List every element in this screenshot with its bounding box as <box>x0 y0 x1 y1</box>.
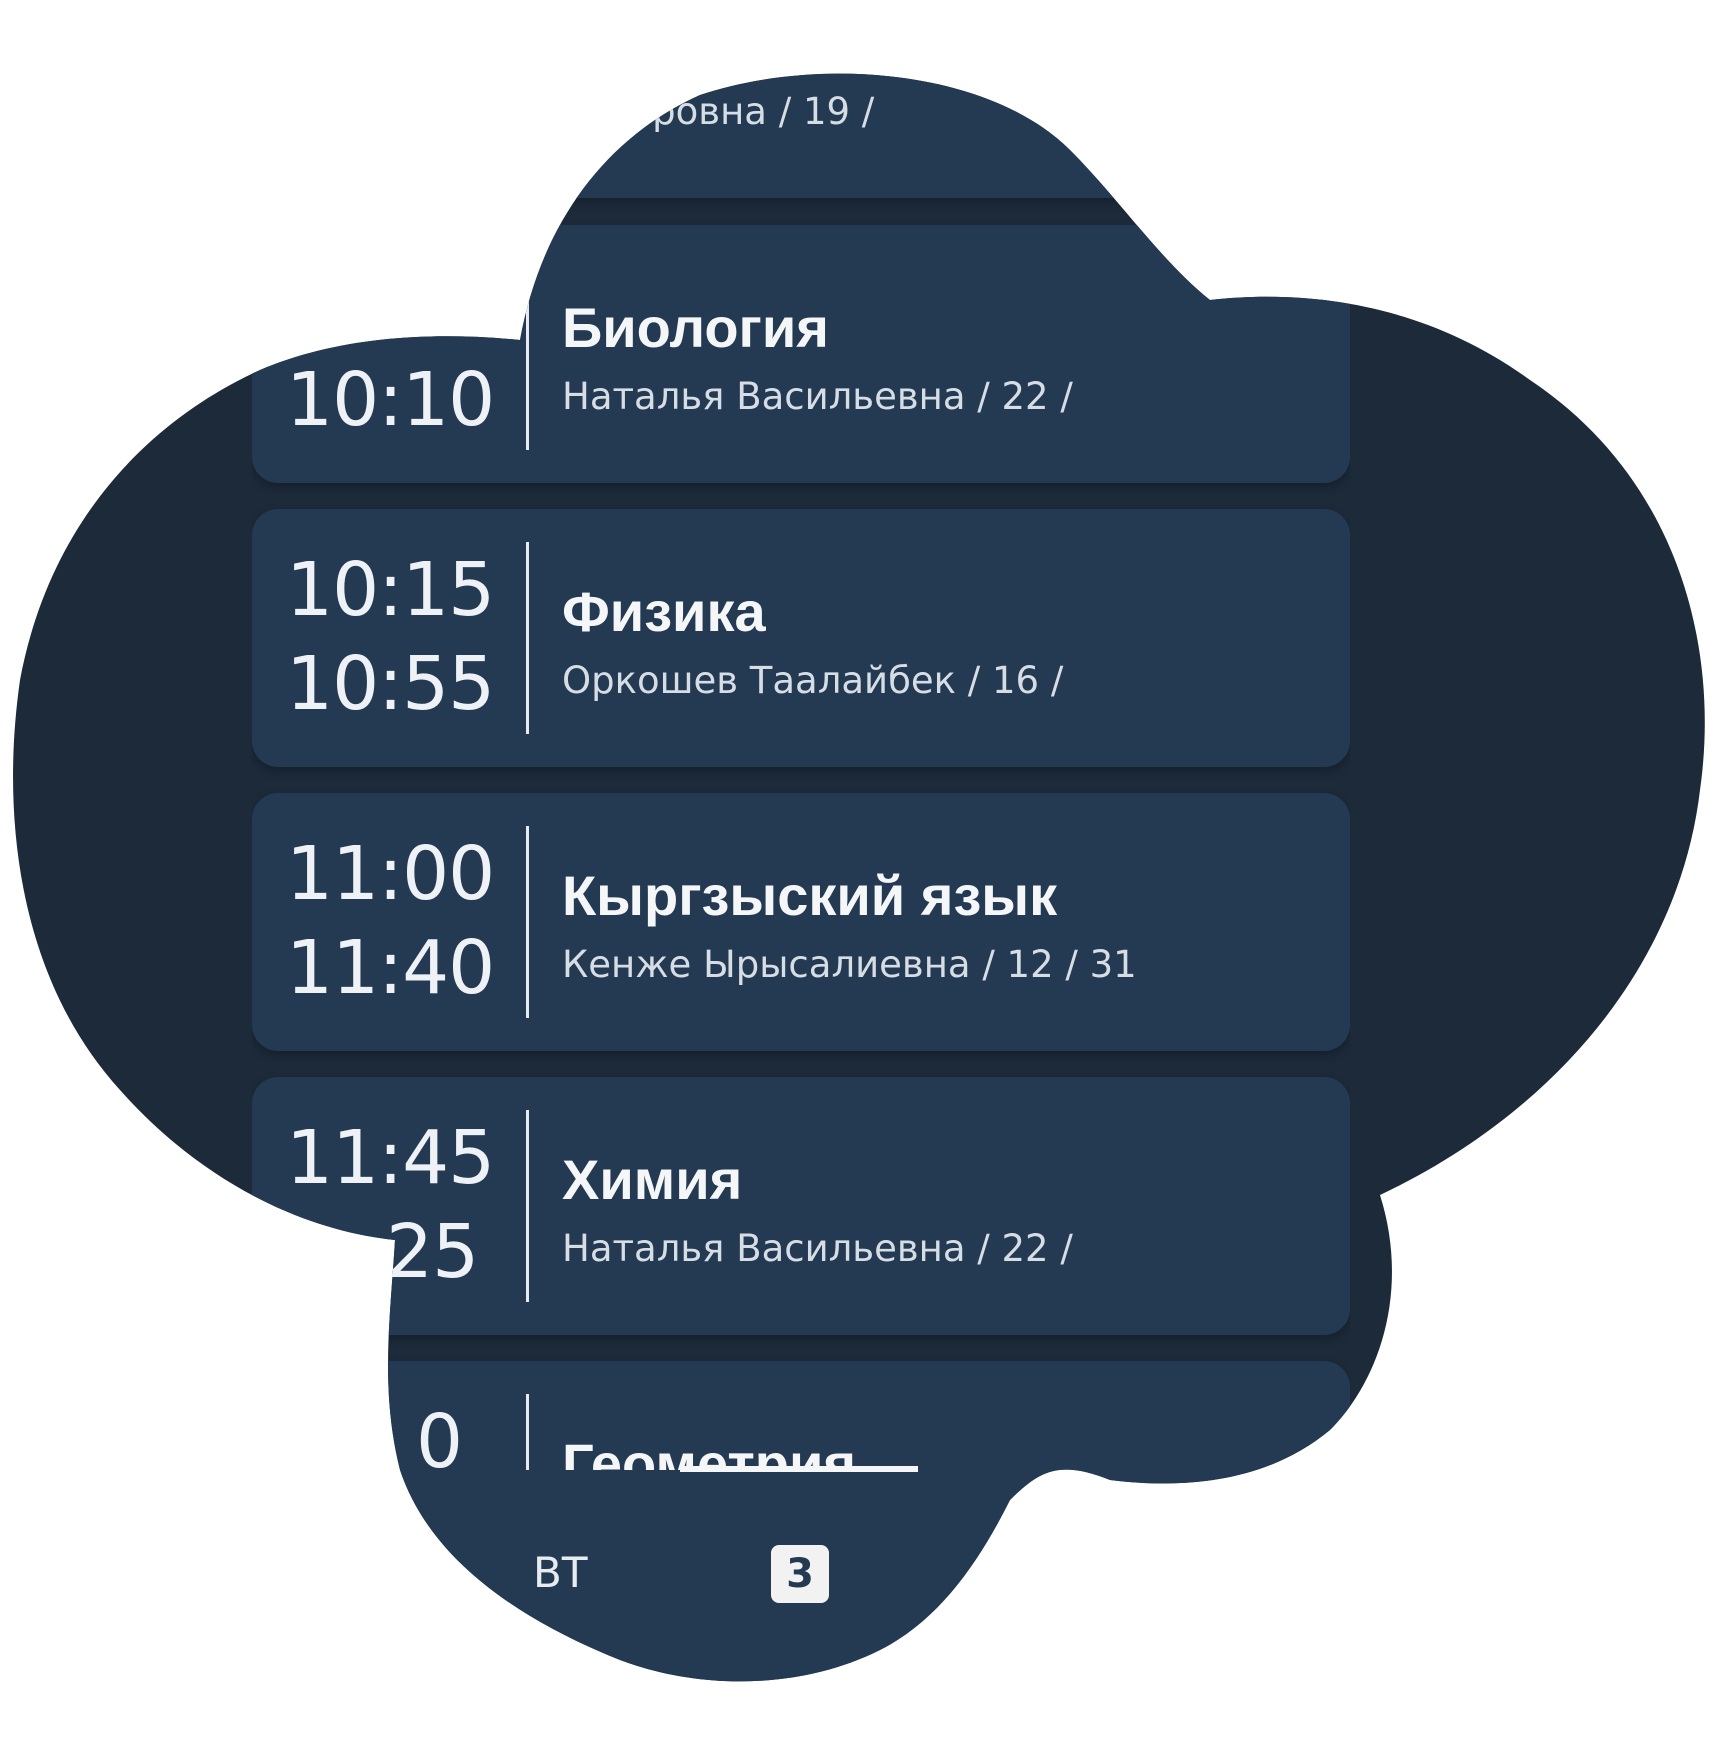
lesson-end-time: 25 <box>386 1209 479 1295</box>
lesson-teacher: Наталья Васильевна / 22 / <box>562 1227 1073 1270</box>
lesson-subject: Химия <box>562 1148 743 1211</box>
lesson-teacher: Наталья Васильевна / 22 / <box>562 375 1073 418</box>
lesson-times <box>286 0 506 198</box>
lesson-subject: Биология <box>562 296 829 359</box>
cloud-shaped-crop: тахировна / 19 / 10:10 Биология Наталья … <box>0 0 1720 1742</box>
lesson-times: 10:15 10:55 <box>286 509 506 767</box>
bottom-day-navigation <box>0 1470 1720 1742</box>
lesson-times: 11:00 11:40 <box>286 793 506 1051</box>
time-divider <box>526 542 529 734</box>
lesson-subject: Кыргзыский язык <box>562 864 1058 927</box>
time-divider <box>526 0 529 165</box>
lesson-card-5[interactable]: 0 Геометрия <box>252 1361 1350 1470</box>
nav-day-tuesday[interactable]: ВТ <box>533 1548 587 1597</box>
lesson-teacher: Оркошев Таалайбек / 16 / <box>562 659 1064 702</box>
lesson-subject: Геометрия <box>562 1432 857 1470</box>
time-divider <box>526 1110 529 1302</box>
time-divider <box>526 1394 529 1470</box>
date-badge[interactable]: 3 <box>771 1545 829 1603</box>
time-divider <box>526 258 529 450</box>
lesson-card-3[interactable]: 11:00 11:40 Кыргзыский язык Кенже Ырысал… <box>252 793 1350 1051</box>
lesson-start-time: 11:00 <box>286 831 495 917</box>
lesson-subject: Физика <box>562 580 766 643</box>
lesson-end-time: 10:10 <box>286 357 495 443</box>
lesson-start-time: 10:15 <box>286 547 495 633</box>
lesson-teacher: тахировна / 19 / <box>562 90 875 133</box>
lesson-card-2[interactable]: 10:15 10:55 Физика Оркошев Таалайбек / 1… <box>252 509 1350 767</box>
lesson-end-time: 11:40 <box>286 925 495 1011</box>
lesson-end-time: 10:55 <box>286 641 495 727</box>
lesson-times: 11:45 25 <box>286 1077 506 1335</box>
lesson-times: 0 <box>286 1361 506 1470</box>
lesson-card-0[interactable]: тахировна / 19 / <box>252 0 1350 198</box>
lesson-teacher: Кенже Ырысалиевна / 12 / 31 <box>562 943 1137 986</box>
lesson-times: 10:10 <box>286 225 506 483</box>
lesson-start-time: 0 <box>416 1399 463 1470</box>
active-day-indicator <box>680 1466 918 1472</box>
lesson-start-time: 11:45 <box>286 1115 495 1201</box>
lesson-card-4[interactable]: 11:45 25 Химия Наталья Васильевна / 22 / <box>252 1077 1350 1335</box>
lesson-card-1[interactable]: 10:10 Биология Наталья Васильевна / 22 / <box>252 225 1350 483</box>
time-divider <box>526 826 529 1018</box>
lesson-list[interactable]: тахировна / 19 / 10:10 Биология Наталья … <box>252 0 1350 1470</box>
app-screenshot: тахировна / 19 / 10:10 Биология Наталья … <box>0 0 1720 1742</box>
